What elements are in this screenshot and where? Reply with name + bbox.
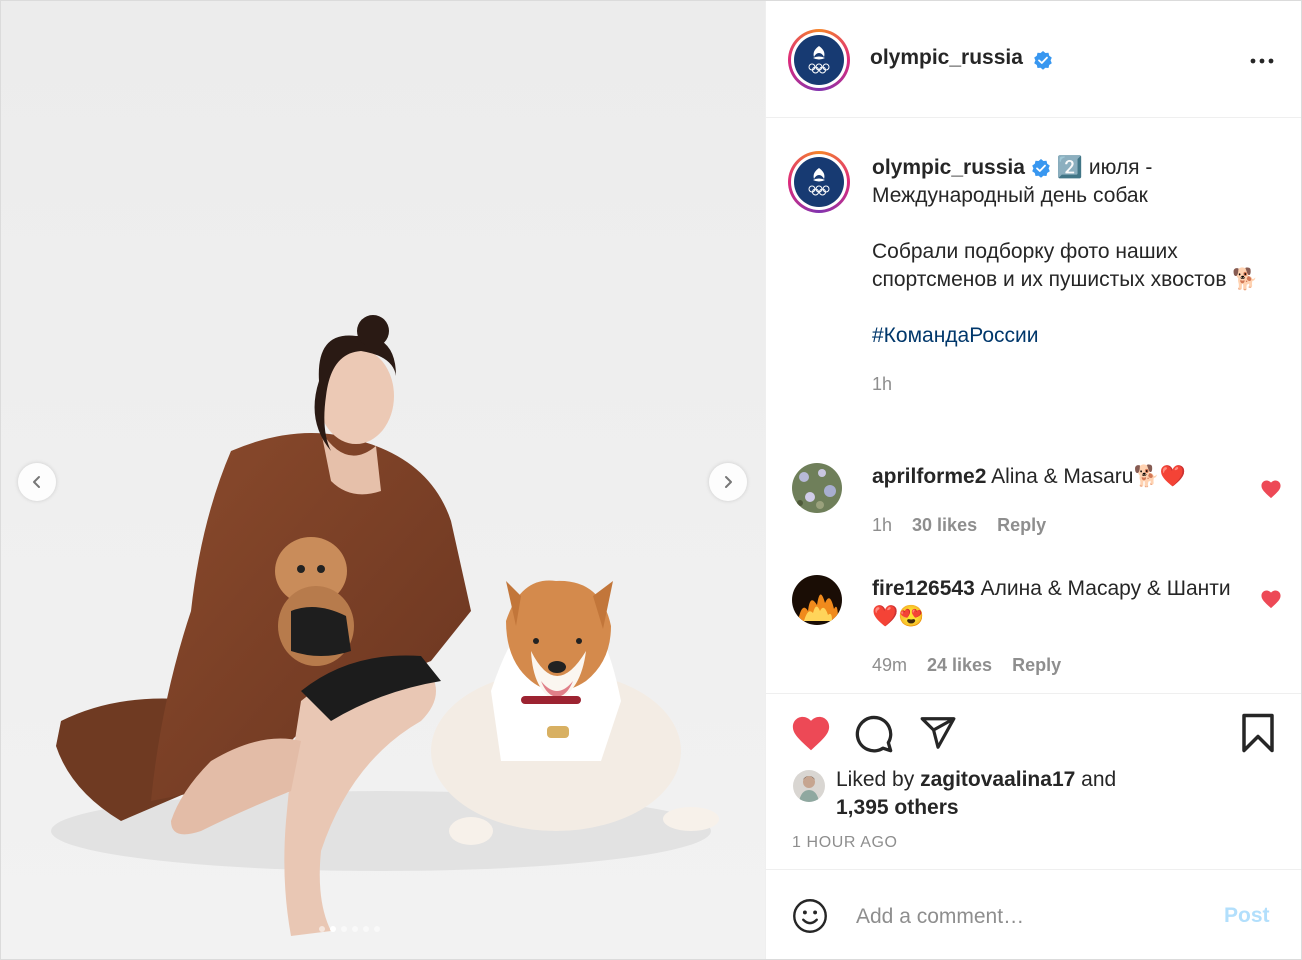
emoji-icon[interactable] — [792, 898, 828, 934]
header-username[interactable]: olympic_russia — [870, 46, 1023, 69]
heart-icon[interactable] — [790, 714, 832, 752]
bookmark-icon[interactable] — [1240, 712, 1276, 754]
liked-by-prefix: Liked by — [836, 768, 915, 791]
comment-avatar[interactable] — [792, 575, 842, 625]
carousel-dot — [330, 926, 336, 932]
post-media[interactable] — [1, 1, 765, 959]
comment-input[interactable] — [854, 900, 1198, 934]
comment-likes[interactable]: 24 likes — [927, 655, 992, 676]
verified-icon — [1032, 159, 1050, 179]
liked-by-others[interactable]: 1,395 others — [836, 796, 959, 819]
comment-heart-icon[interactable] — [1260, 589, 1282, 609]
comment-time[interactable]: 49m — [872, 655, 907, 676]
account-avatar[interactable] — [788, 29, 850, 91]
post-timestamp[interactable]: 1 HOUR AGO — [792, 834, 898, 852]
comment-icon[interactable] — [854, 714, 894, 754]
post-comment-button[interactable]: Post — [1224, 904, 1270, 928]
post-actions: Liked by zagitovaalina17 and 1,395 other… — [766, 693, 1301, 870]
caption-time[interactable]: 1h — [872, 370, 1287, 398]
carousel-prev-button[interactable] — [18, 463, 56, 501]
caption-line-2: Собрали подборку фото наших спортсменов … — [872, 240, 1259, 291]
comment-username[interactable]: aprilforme2 — [872, 465, 986, 488]
post-container: olympic_russia olympic_russia 2️⃣ июля -… — [0, 0, 1302, 960]
carousel-indicator — [319, 926, 380, 932]
caption-username[interactable]: olympic_russia — [872, 156, 1025, 179]
carousel-next-button[interactable] — [709, 463, 747, 501]
comment-time[interactable]: 1h — [872, 515, 892, 536]
verified-icon — [1034, 50, 1053, 70]
liked-by-user[interactable]: zagitovaalina17 — [920, 768, 1075, 791]
liked-by-conj: and — [1081, 768, 1117, 791]
carousel-dot — [374, 926, 380, 932]
comment-heart-icon[interactable] — [1260, 479, 1282, 499]
share-icon[interactable] — [918, 714, 958, 752]
caption-text: olympic_russia 2️⃣ июля - Международный … — [872, 154, 1287, 398]
liked-by-text: Liked by zagitovaalina17 and 1,395 other… — [836, 766, 1116, 822]
carousel-dot — [341, 926, 347, 932]
carousel-dot — [319, 926, 325, 932]
add-comment-bar: Post — [766, 869, 1301, 960]
more-icon[interactable] — [1249, 49, 1275, 73]
liked-by-avatar[interactable] — [793, 770, 825, 802]
comment-username[interactable]: fire126543 — [872, 577, 975, 600]
comment-reply-button[interactable]: Reply — [997, 515, 1046, 536]
comment-avatar[interactable] — [792, 463, 842, 513]
olympic-logo-icon — [808, 46, 830, 74]
caption-hashtag[interactable]: #КомандаРоссии — [872, 322, 1287, 350]
carousel-dot — [363, 926, 369, 932]
chevron-left-icon — [33, 476, 40, 488]
chevron-right-icon — [725, 476, 732, 488]
comment-reply-button[interactable]: Reply — [1012, 655, 1061, 676]
comment-likes[interactable]: 30 likes — [912, 515, 977, 536]
post-sidebar: olympic_russia olympic_russia 2️⃣ июля -… — [765, 1, 1301, 959]
olympic-logo-icon — [808, 168, 830, 196]
post-photo — [1, 1, 765, 959]
comment-text: Alina & Masaru🐕❤️ — [991, 465, 1186, 488]
post-header: olympic_russia — [766, 1, 1301, 118]
carousel-dot — [352, 926, 358, 932]
caption-avatar[interactable] — [788, 151, 850, 213]
